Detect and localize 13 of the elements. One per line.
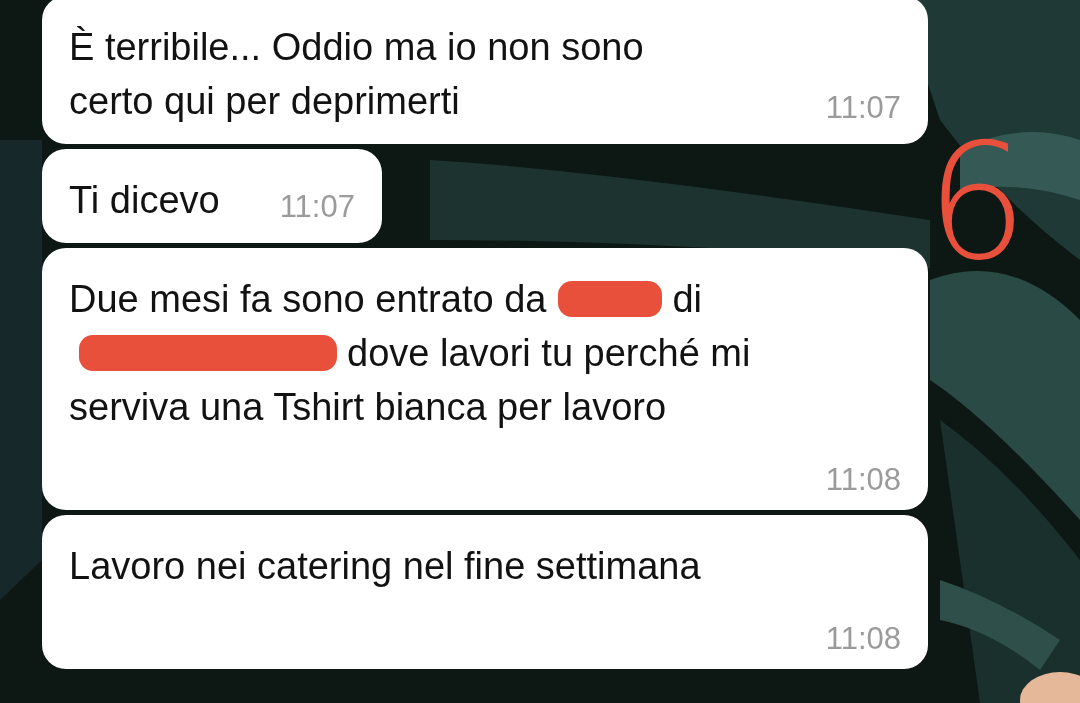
message-time: 11:08: [825, 461, 901, 499]
message-text: dove lavori tu perché mi: [347, 331, 751, 376]
handwritten-number: 6: [926, 118, 1028, 288]
message-time: 11:08: [825, 620, 901, 658]
message-time: 11:07: [824, 89, 901, 127]
message-text: di: [672, 277, 702, 322]
message-text: È terribile... Oddio ma io non sono: [69, 25, 644, 70]
message-time: 11:07: [278, 188, 355, 226]
message-text: Ti dicevo: [69, 178, 220, 223]
message-text: Due mesi fa sono entrato da: [69, 277, 547, 322]
message-text: certo qui per deprimerti: [69, 79, 460, 124]
message-text: serviva una Tshirt bianca per lavoro: [69, 385, 667, 430]
message-text: Lavoro nei catering nel fine settimana: [69, 544, 701, 589]
